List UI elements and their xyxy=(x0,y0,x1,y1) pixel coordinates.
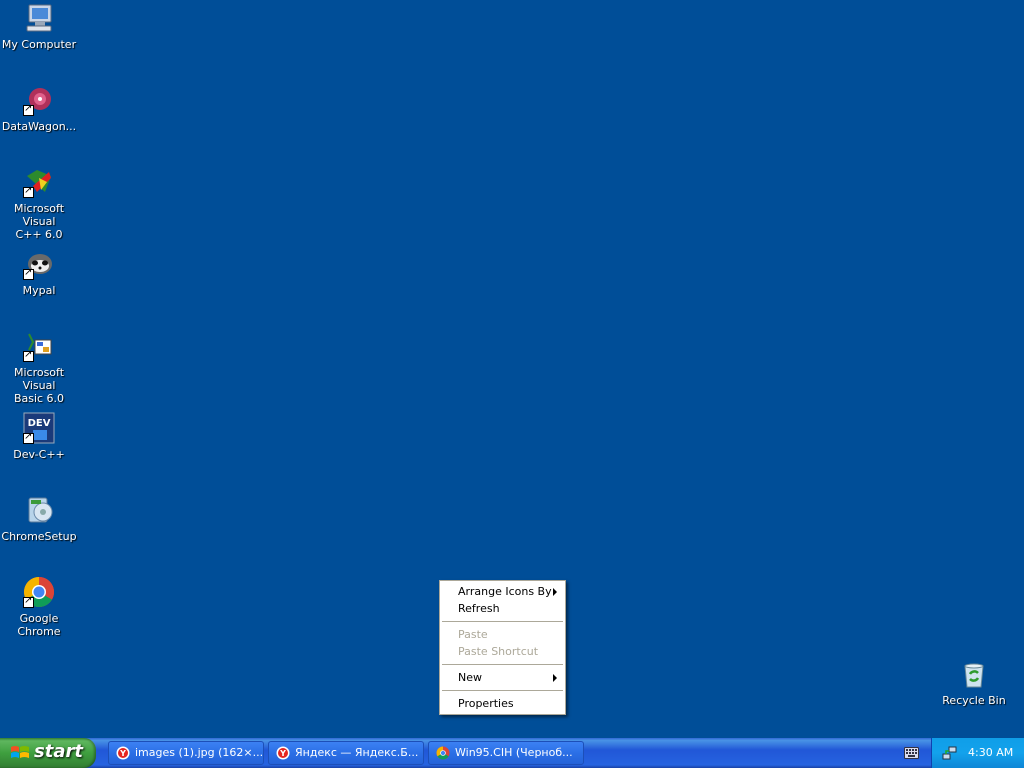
desktop-icon-my-computer[interactable]: My Computer xyxy=(0,2,78,51)
chrome-icon xyxy=(23,576,55,608)
menu-item-paste: Paste xyxy=(440,626,565,643)
svg-text:Y: Y xyxy=(119,749,126,758)
visual-cpp-icon xyxy=(23,166,55,198)
desktop-icon-visual-cpp[interactable]: Microsoft Visual C++ 6.0 xyxy=(0,166,78,241)
start-label: start xyxy=(34,741,83,762)
yandex-browser-icon: Y xyxy=(116,746,130,760)
clock[interactable]: 4:30 AM xyxy=(968,746,1013,759)
shortcut-arrow-icon xyxy=(23,431,34,444)
desktop[interactable]: My Computer DataWagon... Microsoft Visua… xyxy=(0,0,1024,738)
desktop-icon-mypal[interactable]: Mypal xyxy=(0,248,78,297)
desktop-context-menu: Arrange Icons By Refresh Paste Paste Sho… xyxy=(439,580,566,715)
menu-item-properties[interactable]: Properties xyxy=(440,695,565,712)
taskbar: start Y images (1).jpg (162×... Y Яндекс… xyxy=(0,738,1024,768)
computer-icon xyxy=(23,2,55,34)
menu-separator xyxy=(442,690,563,691)
taskbar-button-win95-cih[interactable]: Win95.CIH (Черноб... xyxy=(428,741,584,765)
taskbar-button-label: Win95.CIH (Черноб... xyxy=(455,746,573,759)
mypal-icon xyxy=(23,248,55,280)
taskbar-button-yandex[interactable]: Y Яндекс — Яндекс.Б... xyxy=(268,741,424,765)
recycle-bin-icon xyxy=(958,658,990,690)
desktop-icon-label: ChromeSetup xyxy=(1,530,77,543)
desktop-icon-label: DataWagon... xyxy=(1,120,77,133)
visual-basic-icon xyxy=(23,330,55,362)
desktop-icon-chrome-setup[interactable]: ChromeSetup xyxy=(0,494,78,543)
menu-item-paste-shortcut: Paste Shortcut xyxy=(440,643,565,660)
desktop-icon-visual-basic[interactable]: Microsoft Visual Basic 6.0 xyxy=(0,330,78,405)
chrome-setup-icon xyxy=(23,494,55,526)
menu-item-label: Refresh xyxy=(458,602,500,615)
menu-separator xyxy=(442,664,563,665)
shortcut-arrow-icon xyxy=(23,103,34,116)
menu-item-label: Properties xyxy=(458,697,514,710)
taskbar-button-images-jpg[interactable]: Y images (1).jpg (162×... xyxy=(108,741,264,765)
yandex-browser-icon: Y xyxy=(276,746,290,760)
menu-separator xyxy=(442,621,563,622)
desktop-icon-recycle-bin[interactable]: Recycle Bin xyxy=(935,658,1013,707)
desktop-icon-label: My Computer xyxy=(1,38,77,51)
menu-item-new[interactable]: New xyxy=(440,669,565,686)
desktop-icon-label: Recycle Bin xyxy=(942,694,1006,707)
windows-logo-icon xyxy=(11,746,29,758)
shortcut-arrow-icon xyxy=(23,349,34,362)
desktop-icon-label: Microsoft Visual C++ 6.0 xyxy=(13,202,65,241)
submenu-arrow-icon xyxy=(553,588,557,596)
shortcut-arrow-icon xyxy=(23,595,34,608)
network-icon[interactable] xyxy=(942,745,958,761)
desktop-icon-datawagon[interactable]: DataWagon... xyxy=(0,84,78,133)
desktop-icon-label: Google Chrome xyxy=(17,612,61,638)
dev-cpp-icon: DEV xyxy=(23,412,55,444)
menu-item-label: Paste xyxy=(458,628,488,641)
desktop-icon-label: Mypal xyxy=(22,284,56,297)
keyboard-icon[interactable] xyxy=(904,747,919,759)
chrome-icon xyxy=(436,746,450,760)
menu-item-arrange-icons-by[interactable]: Arrange Icons By xyxy=(440,583,565,600)
desktop-icon-dev-cpp[interactable]: DEV Dev-C++ xyxy=(0,412,78,461)
menu-item-label: Arrange Icons By xyxy=(458,585,552,598)
system-tray: 4:30 AM xyxy=(931,738,1024,768)
menu-item-label: New xyxy=(458,671,482,684)
shortcut-arrow-icon xyxy=(23,185,34,198)
menu-item-label: Paste Shortcut xyxy=(458,645,539,658)
datawagon-icon xyxy=(23,84,55,116)
desktop-icon-google-chrome[interactable]: Google Chrome xyxy=(0,576,78,638)
menu-item-refresh[interactable]: Refresh xyxy=(440,600,565,617)
start-button[interactable]: start xyxy=(0,738,96,768)
svg-text:Y: Y xyxy=(279,749,286,758)
submenu-arrow-icon xyxy=(553,674,557,682)
desktop-icon-label: Dev-C++ xyxy=(13,448,65,461)
taskbar-button-label: images (1).jpg (162×... xyxy=(135,746,264,759)
desktop-icon-label: Microsoft Visual Basic 6.0 xyxy=(13,366,65,405)
shortcut-arrow-icon xyxy=(23,267,34,280)
svg-text:DEV: DEV xyxy=(28,418,51,429)
taskbar-button-label: Яндекс — Яндекс.Б... xyxy=(295,746,419,759)
